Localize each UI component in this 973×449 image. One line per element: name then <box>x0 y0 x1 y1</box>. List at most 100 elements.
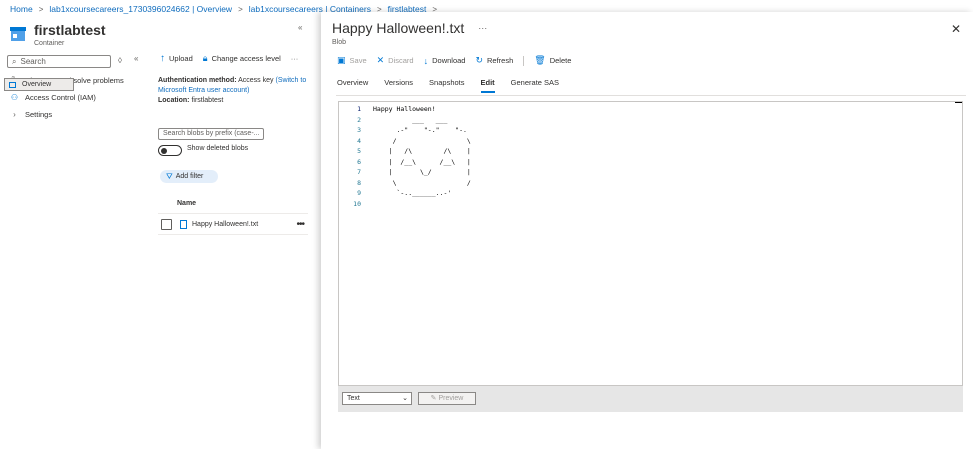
code-line: | /\ /\ | <box>373 147 471 155</box>
code-line: | \_/ | <box>373 168 471 176</box>
tab-divider <box>336 95 966 96</box>
row-checkbox[interactable] <box>161 218 172 230</box>
search-placeholder: Search <box>20 57 46 66</box>
line-number: 1 <box>357 105 361 113</box>
line-number: 8 <box>357 178 361 187</box>
row-more-icon[interactable]: ••• <box>296 219 304 230</box>
discard-button[interactable]: ✕ Discard <box>377 55 414 66</box>
tab-generate-sas[interactable]: Generate SAS <box>511 78 559 93</box>
refresh-label: Refresh <box>487 56 514 65</box>
trash-icon: 🗑︎ <box>534 55 546 65</box>
code-line: ___ ___ <box>373 115 448 124</box>
pencil-icon: ✎ <box>430 395 437 402</box>
breadcrumb-separator: > <box>38 4 44 14</box>
editor-content[interactable]: Happy Halloween! ___ ___ .-" "-." "-. / … <box>373 104 471 209</box>
blob-name[interactable]: Happy Halloween!.txt <box>192 221 258 228</box>
code-line: `-..______..-' <box>373 189 452 197</box>
line-number: 2 <box>357 115 361 124</box>
code-line: / \ <box>373 136 471 145</box>
collapse-menu-icon[interactable]: « <box>134 54 138 63</box>
more-button[interactable]: ··· <box>291 54 299 63</box>
code-line: Happy Halloween! <box>373 105 436 113</box>
people-icon: ⚇ <box>10 93 19 102</box>
lock-icon: 🔒︎ <box>202 53 208 63</box>
search-icon: ⌕ <box>12 56 17 66</box>
line-number: 3 <box>357 126 361 134</box>
upload-icon: ↑ <box>160 53 165 64</box>
breadcrumb-home[interactable]: Home <box>10 4 33 14</box>
file-icon <box>180 219 187 229</box>
line-number: 10 <box>353 199 361 208</box>
delete-button[interactable]: 🗑︎ Delete <box>534 55 571 66</box>
auth-method-value: Access key <box>238 77 274 84</box>
page-title: firstlabtest <box>34 22 106 38</box>
download-icon: ↓ <box>423 55 429 66</box>
more-icon: ··· <box>290 54 299 63</box>
chevron-right-icon: › <box>13 110 16 119</box>
sidebar-item-label: Access Control (IAM) <box>25 93 96 102</box>
line-number: 9 <box>357 189 361 197</box>
show-deleted-label: Show deleted blobs <box>187 145 249 152</box>
line-number: 6 <box>357 157 361 166</box>
editor-scrollbar[interactable] <box>955 102 962 103</box>
tab-versions[interactable]: Versions <box>384 78 413 93</box>
tab-edit[interactable]: Edit <box>480 78 495 93</box>
line-number: 7 <box>357 168 361 176</box>
editor-footer: Text ⌄ ✎ Preview <box>338 386 963 412</box>
tab-snapshots[interactable]: Snapshots <box>429 78 464 93</box>
chevron-down-icon: ⌄ <box>402 395 408 402</box>
change-access-level-button[interactable]: 🔒︎ Change access level <box>203 53 281 64</box>
overview-icon <box>9 81 16 88</box>
blob-title: Happy Halloween!.txt <box>332 20 465 36</box>
location-label: Location: <box>158 97 190 104</box>
change-access-label: Change access level <box>211 54 281 63</box>
blob-title-area: Happy Halloween!.txt ··· <box>332 20 487 36</box>
toolbar-divider <box>523 55 525 66</box>
blob-search-input[interactable]: Search blobs by prefix (case-... <box>158 128 264 140</box>
line-number-gutter: 1 2 3 4 5 6 7 8 9 10 <box>339 104 361 209</box>
line-number: 5 <box>357 147 361 155</box>
sidebar-item-settings[interactable]: › Settings <box>0 106 146 123</box>
collapse-icon[interactable]: « <box>298 23 302 32</box>
refresh-button[interactable]: ↻ Refresh <box>475 55 513 66</box>
close-icon[interactable]: ✕ <box>951 22 961 36</box>
container-blade: firstlabtest Container « ⌕ Search ◊ « Ov… <box>0 16 320 449</box>
sidebar-item-label: Overview <box>22 81 52 88</box>
sort-icon[interactable]: ◊ <box>118 56 122 65</box>
blob-tabs: Overview Versions Snapshots Edit Generat… <box>337 78 559 93</box>
preview-label: Preview <box>438 395 464 402</box>
breadcrumb-separator: > <box>238 4 243 14</box>
container-header: firstlabtest Container <box>10 21 106 47</box>
code-line: | /__\ /__\ | <box>373 157 471 166</box>
blob-blade: Happy Halloween!.txt ··· Blob ✕ ▣ Save ✕… <box>321 12 973 449</box>
sidebar-item-label: Settings <box>25 110 53 119</box>
preview-button[interactable]: ✎ Preview <box>418 392 476 405</box>
column-header-name[interactable]: Name <box>177 200 196 207</box>
tab-overview[interactable]: Overview <box>337 78 368 93</box>
blob-toolbar: ▣ Save ✕ Discard ↓ Download ↻ Refresh 🗑︎… <box>337 55 571 66</box>
code-line: .-" "-." "-. <box>373 126 467 134</box>
blob-subtitle: Blob <box>332 39 347 46</box>
download-button[interactable]: ↓ Download <box>424 56 466 66</box>
sidebar-item-iam[interactable]: ⚇ Access Control (IAM) <box>0 89 146 106</box>
delete-label: Delete <box>549 56 572 65</box>
location-value: firstlabtest <box>191 97 224 104</box>
filter-icon: ⛛ <box>166 171 173 181</box>
page-subtitle: Container <box>34 40 65 47</box>
add-filter-button[interactable]: ⛛ Add filter <box>160 170 218 183</box>
show-deleted-toggle[interactable] <box>158 145 182 156</box>
save-button[interactable]: ▣ Save <box>337 55 367 66</box>
upload-button[interactable]: ↑ Upload <box>160 53 193 64</box>
discard-icon: ✕ <box>376 55 385 65</box>
content-type-value: Text <box>347 395 360 402</box>
content-type-select[interactable]: Text ⌄ <box>342 392 412 405</box>
sidebar-nav: Overview 🔧︎ Diagnose and solve problems … <box>0 72 146 123</box>
breadcrumb-storage-account[interactable]: lab1xcoursecareers_1730396024662 | Overv… <box>49 4 232 14</box>
auth-method-label: Authentication method: <box>158 77 237 84</box>
table-row[interactable]: Happy Halloween!.txt ••• <box>158 213 308 235</box>
title-more-icon[interactable]: ··· <box>478 23 487 33</box>
code-editor[interactable]: 1 2 3 4 5 6 7 8 9 10 Happy Halloween! ___ ___ .-"… <box>338 101 963 386</box>
search-input[interactable]: ⌕ Search <box>7 55 111 68</box>
sidebar-item-overview[interactable]: Overview <box>4 78 74 91</box>
